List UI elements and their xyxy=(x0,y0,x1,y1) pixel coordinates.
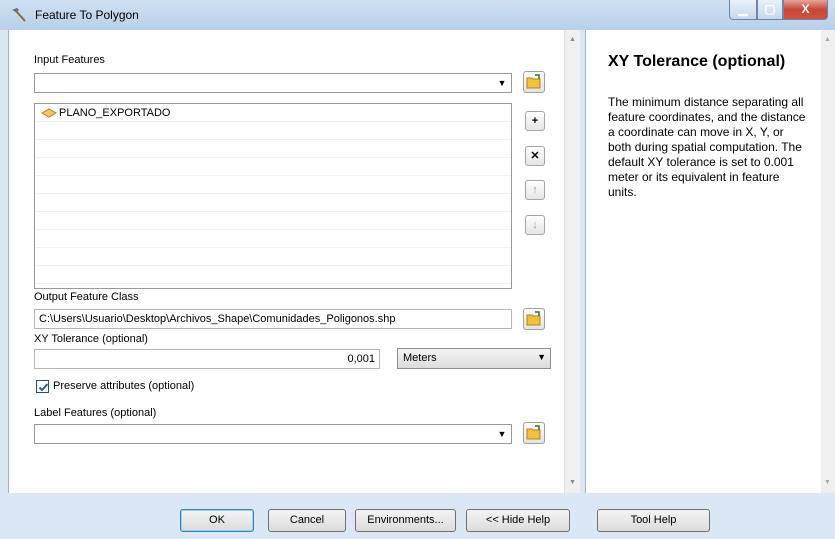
list-item xyxy=(35,266,511,284)
output-feature-class-label: Output Feature Class xyxy=(34,291,139,303)
xy-tolerance-field[interactable]: 0,001 xyxy=(34,349,380,369)
close-button[interactable]: X xyxy=(783,0,828,20)
open-folder-icon xyxy=(526,425,541,440)
list-item[interactable]: PLANO_EXPORTADO xyxy=(35,104,511,122)
label-features-browse-button[interactable] xyxy=(523,422,545,444)
list-item xyxy=(35,248,511,266)
xy-units-value: Meters xyxy=(403,352,437,364)
input-features-list[interactable]: PLANO_EXPORTADO xyxy=(34,103,512,289)
preserve-attributes-checkbox[interactable] xyxy=(36,380,49,393)
move-up-button[interactable]: ↑ xyxy=(525,180,545,200)
polygon-layer-icon xyxy=(41,108,57,118)
input-features-label: Input Features xyxy=(34,54,105,66)
cancel-button[interactable]: Cancel xyxy=(268,509,346,532)
dialog-window: Feature To Polygon ▁ ▢ X ▲ ▼ Input Featu… xyxy=(0,0,835,539)
scroll-up-arrow-icon[interactable]: ▲ xyxy=(824,36,831,43)
tool-help-button[interactable]: Tool Help xyxy=(597,509,710,532)
output-browse-button[interactable] xyxy=(523,308,545,330)
minimize-button[interactable]: ▁ xyxy=(729,0,757,20)
parameters-scrollbar[interactable]: ▲ ▼ xyxy=(564,30,580,493)
environments-button[interactable]: Environments... xyxy=(355,509,456,532)
input-features-browse-button[interactable] xyxy=(523,71,545,93)
ok-button[interactable]: OK xyxy=(180,509,254,532)
help-body: The minimum distance separating all feat… xyxy=(608,95,806,199)
output-feature-class-field[interactable]: C:\Users\Usuario\Desktop\Archivos_Shape\… xyxy=(34,309,512,329)
scroll-down-arrow-icon[interactable]: ▼ xyxy=(569,479,576,486)
list-item xyxy=(35,194,511,212)
maximize-button[interactable]: ▢ xyxy=(757,0,783,20)
hammer-icon xyxy=(12,8,26,22)
list-item xyxy=(35,212,511,230)
move-down-button[interactable]: ↓ xyxy=(525,215,545,235)
label-features-combo[interactable]: ▼ xyxy=(34,424,512,444)
add-row-button[interactable]: + xyxy=(525,111,545,131)
hide-help-button[interactable]: << Hide Help xyxy=(466,509,570,532)
list-item xyxy=(35,140,511,158)
dropdown-arrow-icon: ▼ xyxy=(537,352,546,362)
help-title: XY Tolerance (optional) xyxy=(608,53,786,70)
list-item-label: PLANO_EXPORTADO xyxy=(59,107,171,119)
checkmark-icon xyxy=(38,383,49,392)
dropdown-arrow-icon[interactable]: ▼ xyxy=(495,76,509,90)
help-pane: XY Tolerance (optional) The minimum dist… xyxy=(585,30,821,493)
open-folder-icon xyxy=(526,311,541,326)
open-folder-icon xyxy=(526,74,541,89)
input-features-combo[interactable]: ▼ xyxy=(34,73,512,93)
help-scrollbar[interactable]: ▲ ▼ xyxy=(821,30,835,493)
list-item xyxy=(35,158,511,176)
scroll-up-arrow-icon[interactable]: ▲ xyxy=(569,36,576,43)
remove-row-button[interactable]: ✕ xyxy=(525,146,545,166)
xy-tolerance-label: XY Tolerance (optional) xyxy=(34,333,148,345)
list-item xyxy=(35,122,511,140)
xy-units-select[interactable]: Meters ▼ xyxy=(397,348,551,369)
list-item xyxy=(35,230,511,248)
dropdown-arrow-icon[interactable]: ▼ xyxy=(495,427,509,441)
label-features-label: Label Features (optional) xyxy=(34,407,157,419)
preserve-attributes-label[interactable]: Preserve attributes (optional) xyxy=(53,380,194,392)
title-bar[interactable]: Feature To Polygon ▁ ▢ X xyxy=(0,0,835,30)
list-item xyxy=(35,176,511,194)
scroll-down-arrow-icon[interactable]: ▼ xyxy=(824,479,831,486)
window-title: Feature To Polygon xyxy=(35,8,139,22)
